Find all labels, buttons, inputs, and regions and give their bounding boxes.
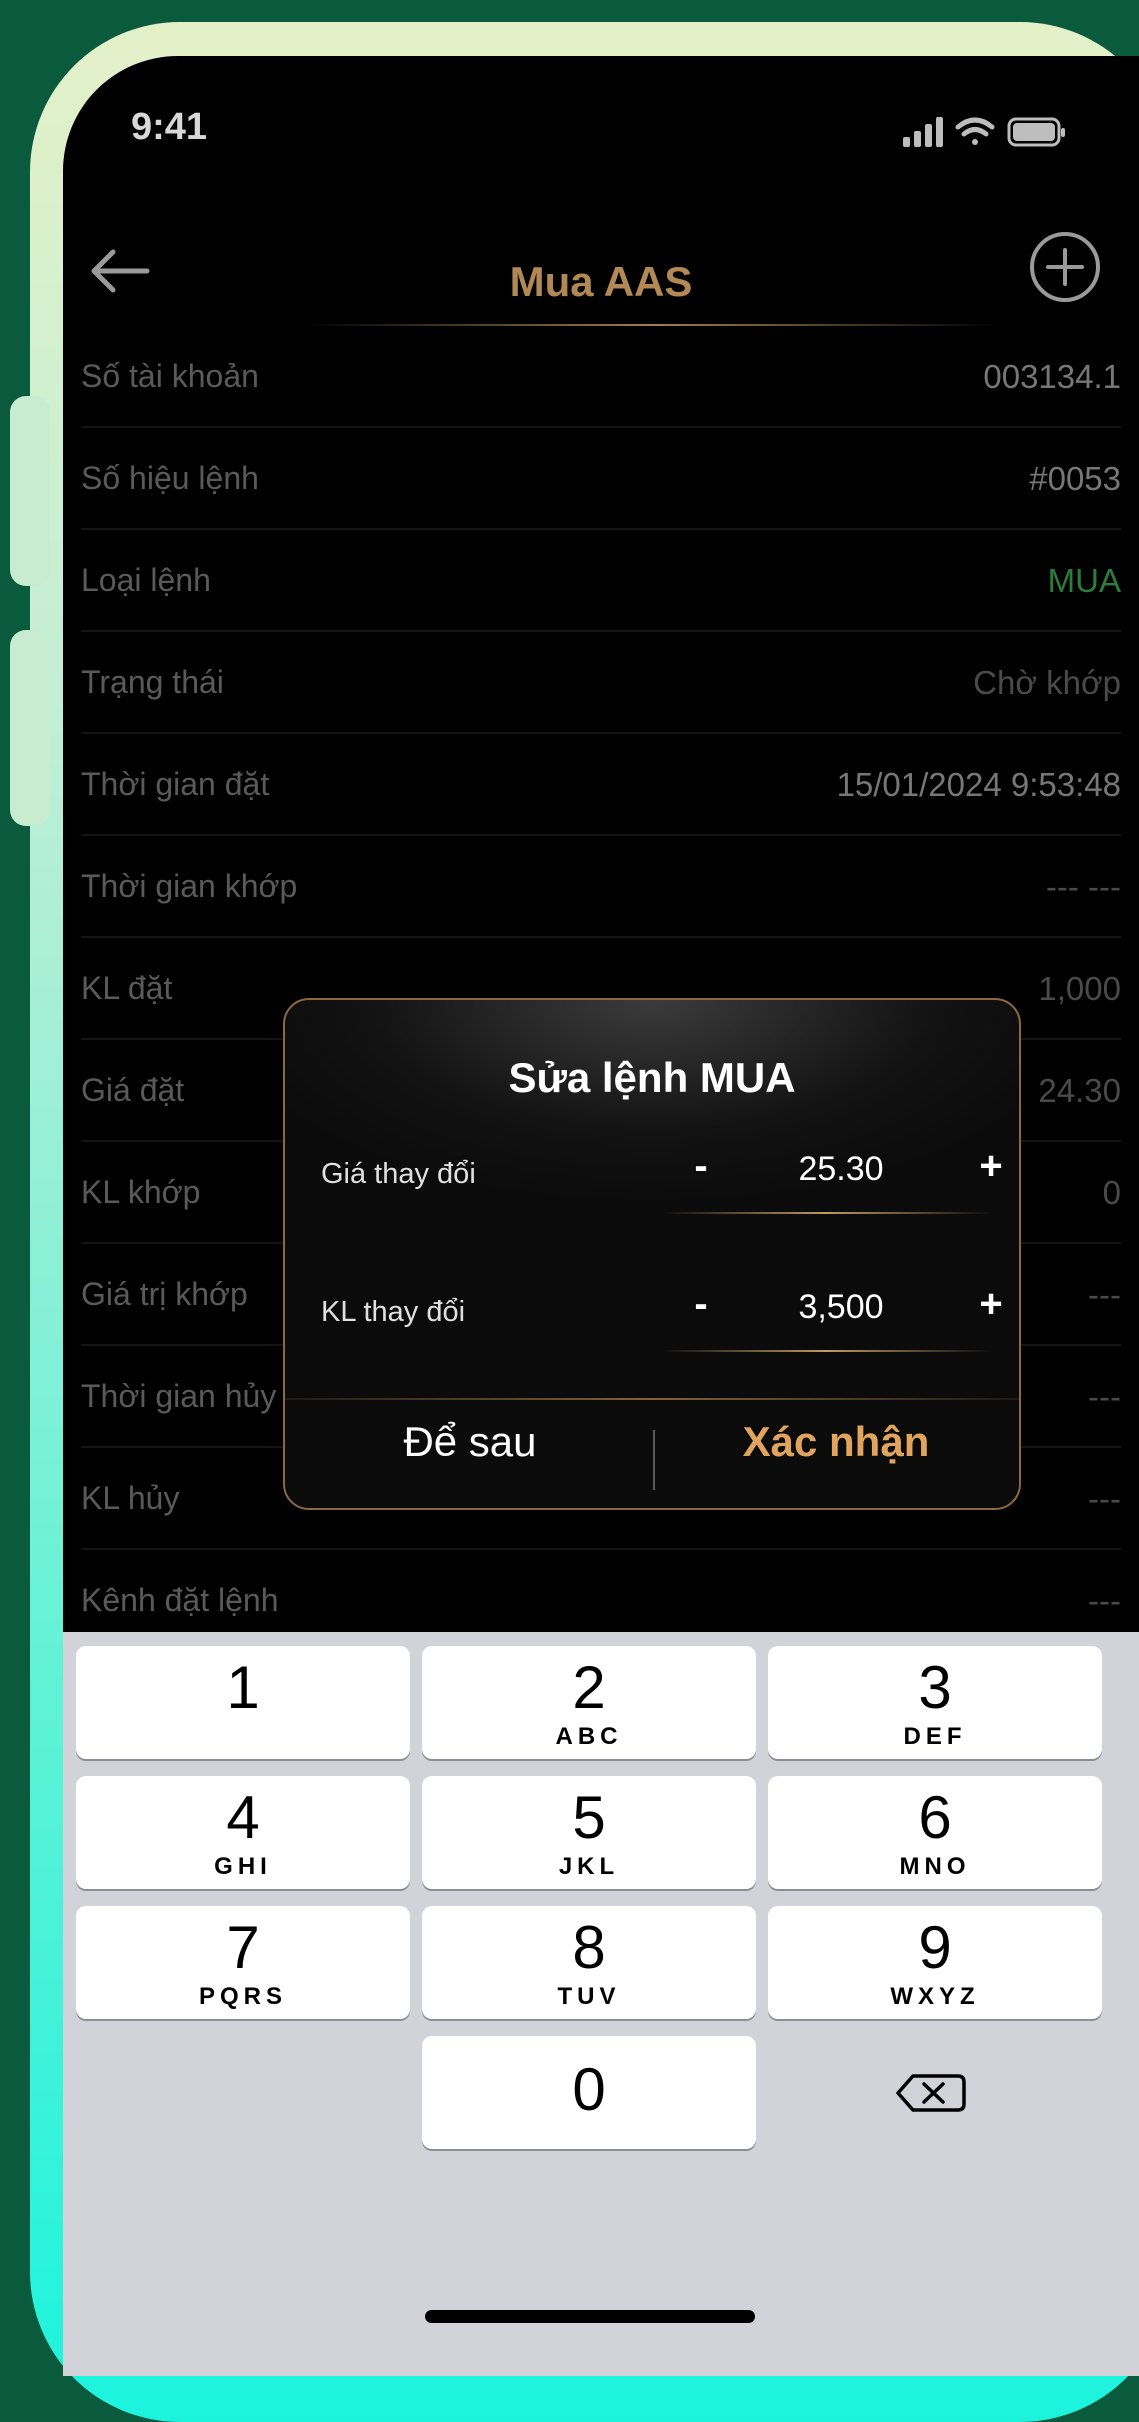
detail-value: 24.30 — [1038, 1072, 1121, 1109]
battery-icon — [1007, 117, 1065, 147]
detail-value: 0 — [1102, 1174, 1121, 1211]
detail-value: 1,000 — [1038, 970, 1121, 1007]
detail-row-status: Trạng thái Chờ khớp — [81, 632, 1121, 734]
status-bar: 9:41 — [63, 56, 1139, 166]
key-number: 5 — [572, 1784, 606, 1851]
key-letters: ABC — [555, 1723, 623, 1750]
detail-value: --- --- — [1045, 868, 1121, 905]
price-change-label: Giá thay đổi — [321, 1158, 476, 1190]
nav-bar: Mua AAS — [63, 216, 1139, 326]
key-letters: PQRS — [198, 1983, 287, 2010]
price-decrement-button[interactable]: - — [681, 1144, 721, 1189]
price-input[interactable]: 25.30 — [741, 1150, 941, 1189]
key-7[interactable]: 7 PQRS — [76, 1906, 410, 2019]
key-2[interactable]: 2 ABC — [422, 1646, 756, 1759]
dialog-title: Sửa lệnh MUA — [508, 1054, 796, 1101]
detail-label: KL đặt — [81, 970, 173, 1006]
key-letters: DEF — [903, 1723, 967, 1750]
key-0[interactable]: 0 — [422, 2036, 756, 2149]
edit-order-dialog: Sửa lệnh MUA Giá thay đổi - 25.30 + KL t… — [283, 998, 1021, 1510]
key-number: 1 — [226, 1654, 260, 1721]
side-button-upper — [10, 396, 50, 586]
button-divider — [653, 1430, 655, 1490]
phone-screen: 9:41 Mua AAS Số tài khoản 003134.1 Số hi… — [63, 56, 1139, 2376]
volume-change-label: KL thay đổi — [321, 1296, 466, 1328]
detail-label: Giá đặt — [81, 1072, 185, 1108]
key-number: 9 — [918, 1914, 952, 1981]
key-letters: MNO — [899, 1853, 971, 1880]
status-icons — [903, 117, 1065, 147]
key-5[interactable]: 5 JKL — [422, 1776, 756, 1889]
key-letters: TUV — [557, 1983, 621, 2010]
order-type-badge: MUA — [1047, 562, 1121, 599]
dialog-divider — [285, 1398, 1019, 1400]
confirm-button[interactable]: Xác nhận — [681, 1418, 991, 1466]
volume-decrement-button[interactable]: - — [681, 1282, 721, 1327]
detail-row-account: Số tài khoản 003134.1 — [81, 326, 1121, 428]
key-number: 3 — [918, 1654, 952, 1721]
volume-input-underline — [661, 1350, 991, 1352]
page-title: Mua AAS — [509, 258, 693, 305]
key-9[interactable]: 9 WXYZ — [768, 1906, 1102, 2019]
detail-label: Kênh đặt lệnh — [81, 1582, 279, 1618]
detail-label: KL hủy — [81, 1480, 180, 1516]
key-6[interactable]: 6 MNO — [768, 1776, 1102, 1889]
key-letters: WXYZ — [890, 1983, 980, 2010]
volume-change-row: KL thay đổi - 3,500 + — [321, 1260, 1003, 1360]
detail-row-order-type: Loại lệnh MUA — [81, 530, 1121, 632]
detail-value: #0053 — [1029, 460, 1121, 497]
key-1[interactable]: 1 — [76, 1646, 410, 1759]
volume-input[interactable]: 3,500 — [741, 1288, 941, 1327]
key-number: 4 — [226, 1784, 260, 1851]
detail-value: --- — [1088, 1582, 1121, 1619]
key-number: 6 — [918, 1784, 952, 1851]
home-indicator[interactable] — [425, 2310, 755, 2323]
backspace-icon — [896, 2074, 966, 2112]
detail-value: 15/01/2024 9:53:48 — [836, 766, 1121, 803]
wifi-icon — [955, 117, 995, 145]
key-3[interactable]: 3 DEF — [768, 1646, 1102, 1759]
key-letters: JKL — [558, 1853, 620, 1880]
detail-row-placed-time: Thời gian đặt 15/01/2024 9:53:48 — [81, 734, 1121, 836]
price-increment-button[interactable]: + — [971, 1144, 1011, 1189]
detail-value: --- — [1088, 1276, 1121, 1313]
detail-label: KL khớp — [81, 1174, 201, 1210]
detail-row-match-time: Thời gian khớp --- --- — [81, 836, 1121, 938]
side-button-lower — [10, 630, 50, 826]
detail-label: Số tài khoản — [81, 358, 259, 394]
key-number: 2 — [572, 1654, 606, 1721]
detail-label: Thời gian đặt — [81, 766, 270, 802]
key-letters: GHI — [214, 1853, 272, 1880]
detail-label: Số hiệu lệnh — [81, 460, 259, 496]
price-change-row: Giá thay đổi - 25.30 + — [321, 1122, 1003, 1222]
plus-circle-icon[interactable] — [1026, 228, 1104, 306]
detail-label: Giá trị khớp — [81, 1276, 248, 1312]
detail-row-order-number: Số hiệu lệnh #0053 — [81, 428, 1121, 530]
numeric-keyboard: 1 2 ABC 3 DEF 4 GHI 5 JKL 6 MNO 7 PQRS 8 — [63, 1632, 1139, 2376]
key-4[interactable]: 4 GHI — [76, 1776, 410, 1889]
detail-value: 003134.1 — [983, 358, 1121, 395]
signal-icon — [903, 117, 943, 147]
detail-label: Thời gian hủy — [81, 1378, 277, 1414]
key-number: 0 — [572, 2056, 606, 2123]
delete-key[interactable] — [768, 2036, 1102, 2149]
detail-value: --- — [1088, 1480, 1121, 1517]
key-number: 7 — [226, 1914, 260, 1981]
detail-value: --- — [1088, 1378, 1121, 1415]
key-number: 8 — [572, 1914, 606, 1981]
later-button[interactable]: Để sau — [315, 1418, 625, 1466]
price-input-underline — [661, 1212, 991, 1214]
volume-increment-button[interactable]: + — [971, 1282, 1011, 1327]
detail-label: Loại lệnh — [81, 562, 211, 598]
detail-label: Thời gian khớp — [81, 868, 298, 904]
status-value: Chờ khớp — [973, 664, 1121, 701]
detail-label: Trạng thái — [81, 664, 224, 700]
status-time: 9:41 — [131, 106, 208, 148]
key-8[interactable]: 8 TUV — [422, 1906, 756, 2019]
